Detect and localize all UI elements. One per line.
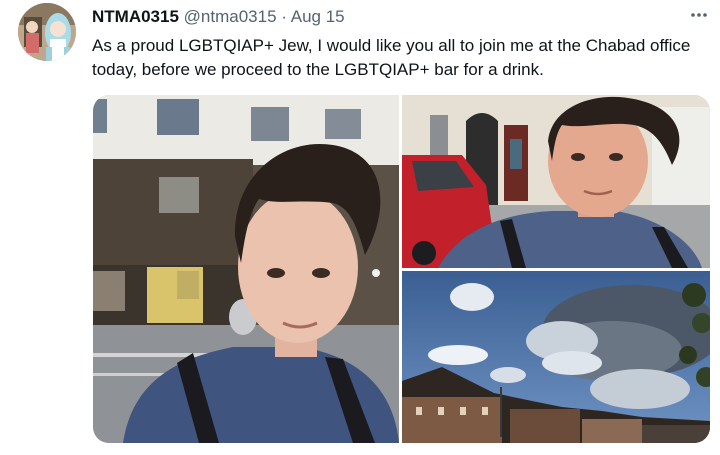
photo-sky-clouds[interactable] (402, 271, 710, 443)
tweet-header: NTMA0315 @ntma0315 · Aug 15 (92, 6, 345, 28)
media-grid (93, 95, 710, 443)
display-name[interactable]: NTMA0315 (92, 7, 179, 26)
photo-selfie-building[interactable] (93, 95, 399, 443)
separator-dot: · (281, 7, 287, 26)
avatar[interactable] (18, 3, 76, 61)
tweet-date[interactable]: Aug 15 (291, 7, 345, 26)
photo-selfie-red-car[interactable] (402, 95, 710, 268)
tweet-text: As a proud LGBTQIAP+ Jew, I would like y… (92, 36, 691, 79)
tweet[interactable]: NTMA0315 @ntma0315 · Aug 15 As a proud L… (0, 0, 720, 455)
more-horizontal-icon[interactable] (686, 2, 712, 28)
user-handle[interactable]: @ntma0315 (184, 7, 277, 26)
